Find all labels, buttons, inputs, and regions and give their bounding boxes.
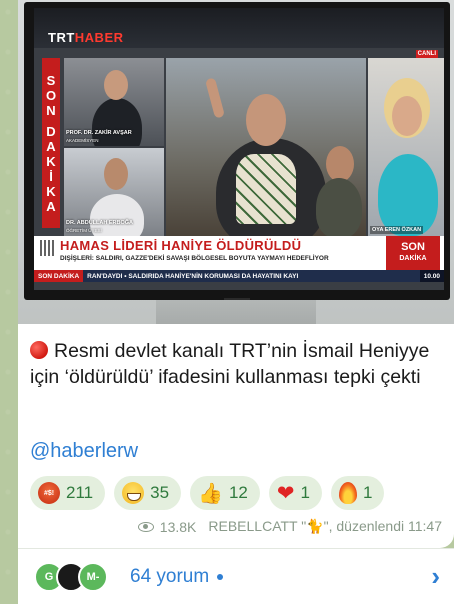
ticker-time: 10.00	[419, 270, 444, 282]
message-bubble: TRTHABER CANLI S O N D A K İ K A PROF. D…	[18, 0, 454, 548]
son-dakika-box: SON DAKİKA	[386, 236, 440, 270]
son-dakika-vertical-banner: S O N D A K İ K A	[42, 58, 60, 228]
guest-panel-1: PROF. DR. ZAKİR AVŞAR AKADEMİSYEN	[64, 58, 164, 146]
ticker-text: RAN'DAYDI • SALDIRIDA HANİYE'NİN KORUMAS…	[87, 272, 299, 280]
chevron-right-icon[interactable]: ›	[431, 561, 440, 592]
avatar: M-	[78, 561, 108, 592]
guest-2-caption: DR. ABDULLAH ERBOĞA ÖĞRETİM ÜYESİ	[66, 220, 134, 233]
comments-count-label[interactable]: 64 yorum	[130, 566, 209, 588]
speaker-panel	[166, 58, 366, 236]
tv-screen: TRTHABER CANLI S O N D A K İ K A PROF. D…	[34, 8, 444, 290]
message-text: Resmi devlet kanalı TRT’nin İsmail Heniy…	[30, 340, 430, 388]
anchor-panel: OYA EREN ÖZKAN	[368, 58, 444, 236]
red-circle-icon	[30, 341, 48, 359]
reaction-thumbs-up[interactable]: 👍 12	[190, 476, 260, 510]
heart-icon: ❤	[276, 481, 295, 505]
news-ticker: SON DAKİKA RAN'DAYDI • SALDIRIDA HANİYE'…	[34, 270, 444, 282]
angry-face-icon: #$!	[38, 482, 60, 504]
guest-1-caption: PROF. DR. ZAKİR AVŞAR AKADEMİSYEN	[66, 130, 132, 143]
message-meta: 13.8K REBELLCATT "🐈", düzenlendi 11:47	[137, 518, 442, 535]
qr-code-icon	[40, 240, 56, 256]
reaction-fire[interactable]: 1	[330, 476, 385, 510]
anchor-caption: OYA EREN ÖZKAN	[370, 226, 424, 234]
view-count: 13.8K	[159, 518, 197, 535]
views-eye-icon	[137, 521, 154, 532]
tv-stand	[156, 300, 316, 324]
tv-subline: DIŞİŞLERİ: SALDIRI, GAZZE'DEKİ SAVAŞI BÖ…	[60, 255, 329, 262]
channel-mention-link[interactable]: @haberlerw	[30, 440, 138, 463]
unread-dot-icon	[217, 573, 224, 580]
reaction-heart[interactable]: ❤ 1	[268, 476, 322, 510]
live-badge: CANLI	[415, 50, 438, 58]
tv-frame: TRTHABER CANLI S O N D A K İ K A PROF. D…	[24, 2, 450, 300]
trt-haber-logo: TRTHABER	[48, 30, 124, 45]
news-lower-third: HAMAS LİDERİ HANİYE ÖLDÜRÜLDÜ DIŞİŞLERİ:…	[34, 236, 444, 270]
reaction-angry[interactable]: #$! 211	[30, 476, 106, 510]
post-photo[interactable]: TRTHABER CANLI S O N D A K İ K A PROF. D…	[18, 0, 454, 324]
thumbs-up-icon: 👍	[198, 482, 223, 505]
commenter-avatars: G M-	[34, 561, 118, 592]
comments-bar[interactable]: G M- 64 yorum ›	[18, 548, 454, 604]
tv-headline: HAMAS LİDERİ HANİYE ÖLDÜRÜLDÜ	[60, 238, 302, 253]
ticker-tag: SON DAKİKA	[34, 270, 84, 282]
reactions-row: #$! 211 35 👍 12 ❤ 1 1	[30, 476, 442, 510]
guest-panel-2: DR. ABDULLAH ERBOĞA ÖĞRETİM ÜYESİ	[64, 148, 164, 236]
author-edited-time: REBELLCATT "🐈", düzenlendi 11:47	[208, 518, 442, 534]
fire-icon	[338, 482, 357, 504]
reaction-grin[interactable]: 35	[114, 476, 182, 510]
grinning-face-icon	[122, 482, 145, 504]
